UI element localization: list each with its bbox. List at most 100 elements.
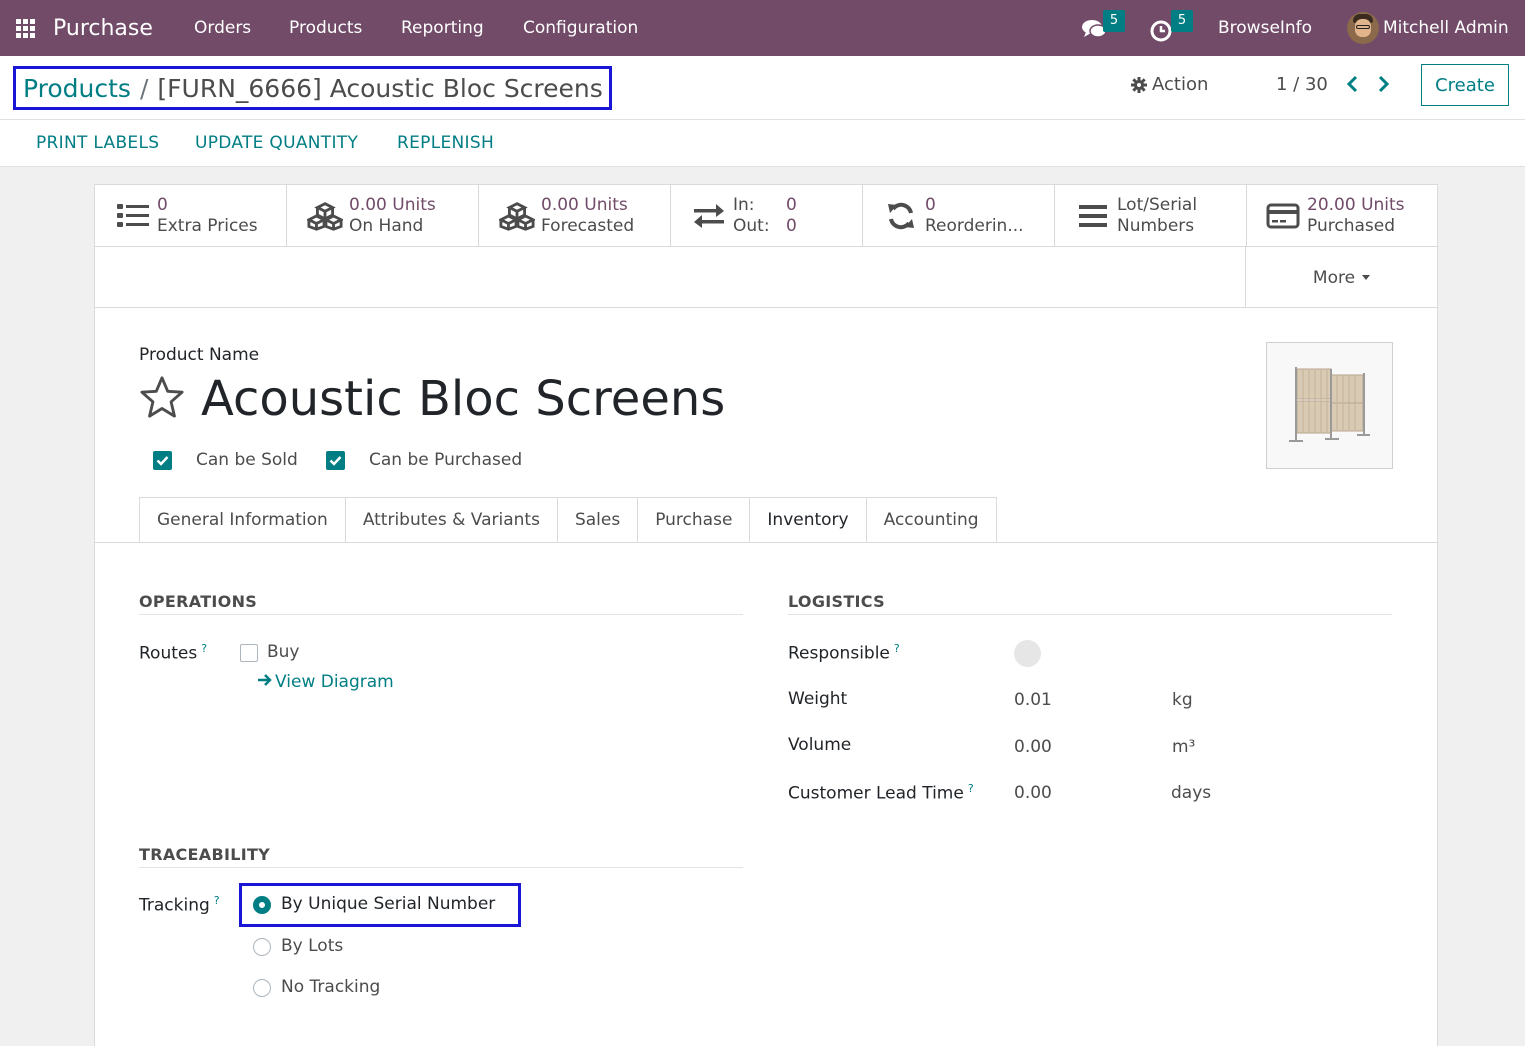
- extra-prices-value: 0: [157, 195, 168, 215]
- product-name-field[interactable]: Acoustic Bloc Screens: [201, 371, 725, 427]
- tab-accounting[interactable]: Accounting: [865, 497, 997, 543]
- activities-count-badge: 5: [1171, 10, 1193, 32]
- out-label: Out:: [733, 216, 770, 236]
- breadcrumb-separator: /: [139, 73, 149, 103]
- menu-configuration[interactable]: Configuration: [523, 0, 638, 56]
- activities-button[interactable]: 5: [1150, 10, 1200, 46]
- logistics-group-title: LOGISTICS: [788, 592, 885, 611]
- responsible-avatar-field[interactable]: [1014, 640, 1041, 667]
- checkbox-checked-icon[interactable]: [153, 450, 172, 470]
- credit-card-icon: [1265, 201, 1301, 231]
- forecasted-value: 0.00 Units: [541, 195, 628, 215]
- customer-lead-time-field[interactable]: 0.00: [1014, 783, 1052, 803]
- arrow-right-icon: [258, 674, 272, 686]
- tracking-label-text: Tracking: [139, 895, 210, 916]
- can-be-purchased-label: Can be Purchased: [369, 450, 523, 470]
- tracking-lots-radio[interactable]: [253, 938, 271, 956]
- tracking-none-label[interactable]: No Tracking: [281, 977, 380, 997]
- user-menu[interactable]: Mitchell Admin: [1383, 0, 1509, 56]
- forecasted-label: Forecasted: [541, 216, 635, 236]
- create-button[interactable]: Create: [1421, 64, 1509, 106]
- purchased-smart-button[interactable]: 20.00 Units Purchased: [1245, 185, 1437, 247]
- in-out-smart-button[interactable]: In: 0 Out: 0: [671, 185, 863, 247]
- forecasted-smart-button[interactable]: 0.00 Units Forecasted: [479, 185, 671, 247]
- responsible-label: Responsible?: [788, 642, 900, 664]
- customer-lead-time-unit: days: [1171, 783, 1212, 803]
- messages-count-badge: 5: [1103, 10, 1125, 32]
- refresh-icon: [883, 201, 919, 231]
- action-menu-button[interactable]: Action: [1131, 74, 1208, 95]
- top-navbar: Purchase Orders Products Reporting Confi…: [0, 0, 1525, 56]
- smart-buttons-more-row: More: [95, 247, 1437, 308]
- weight-field[interactable]: 0.01: [1014, 690, 1052, 710]
- view-diagram-label: View Diagram: [275, 672, 394, 692]
- more-label: More: [1312, 267, 1356, 288]
- pager-value[interactable]: 1 / 30: [1276, 74, 1328, 95]
- route-buy-checkbox[interactable]: [240, 644, 258, 662]
- help-tooltip-icon[interactable]: ?: [968, 782, 974, 795]
- help-tooltip-icon[interactable]: ?: [214, 894, 220, 907]
- messages-button[interactable]: 5: [1081, 10, 1131, 46]
- checkbox-checked-icon[interactable]: [326, 450, 345, 470]
- on-hand-label: On Hand: [349, 216, 424, 236]
- extra-prices-smart-button[interactable]: 0 Extra Prices: [95, 185, 287, 247]
- company-switcher[interactable]: BrowseInfo: [1218, 0, 1312, 56]
- action-label: Action: [1152, 74, 1209, 95]
- help-tooltip-icon[interactable]: ?: [201, 642, 207, 655]
- cubes-icon: [307, 201, 343, 231]
- print-labels-button[interactable]: PRINT LABELS: [36, 133, 159, 153]
- purchased-value: 20.00 Units: [1307, 195, 1405, 215]
- form-sheet: 0 Extra Prices 0.00 Units On Hand 0.00 U…: [94, 184, 1438, 1046]
- user-avatar[interactable]: [1347, 12, 1379, 44]
- pager-previous-button[interactable]: [1346, 74, 1360, 98]
- can-be-purchased-checkbox[interactable]: Can be Purchased: [326, 450, 522, 470]
- in-value: 0: [786, 195, 797, 215]
- apps-menu-icon[interactable]: [16, 0, 38, 56]
- customer-lead-time-label: Customer Lead Time?: [788, 782, 974, 804]
- help-tooltip-icon[interactable]: ?: [894, 642, 900, 655]
- tab-attributes-variants[interactable]: Attributes & Variants: [344, 497, 557, 543]
- tab-inventory[interactable]: Inventory: [749, 497, 866, 543]
- product-image[interactable]: [1266, 342, 1393, 469]
- lot-serial-label-line2: Numbers: [1117, 216, 1195, 236]
- route-buy-label: Buy: [267, 642, 300, 662]
- caret-down-icon: [1362, 275, 1371, 280]
- customer-lead-time-label-text: Customer Lead Time: [788, 783, 964, 804]
- tabs-divider: [95, 542, 1437, 543]
- smart-buttons: 0 Extra Prices 0.00 Units On Hand 0.00 U…: [95, 185, 1437, 247]
- update-quantity-button[interactable]: UPDATE QUANTITY: [195, 133, 358, 153]
- can-be-sold-checkbox[interactable]: Can be Sold: [153, 450, 298, 470]
- responsible-label-text: Responsible: [788, 643, 890, 664]
- tracking-serial-radio[interactable]: [253, 896, 271, 914]
- tab-sales[interactable]: Sales: [556, 497, 638, 543]
- product-name-label: Product Name: [139, 345, 260, 365]
- tab-general-information[interactable]: General Information: [139, 497, 345, 543]
- on-hand-smart-button[interactable]: 0.00 Units On Hand: [287, 185, 479, 247]
- tracking-lots-label[interactable]: By Lots: [281, 936, 343, 956]
- view-diagram-link[interactable]: View Diagram: [257, 672, 394, 692]
- weight-unit: kg: [1172, 690, 1193, 710]
- favorite-star-icon[interactable]: [138, 375, 186, 419]
- more-smart-buttons-dropdown[interactable]: More: [1245, 247, 1437, 308]
- breadcrumb-products-link[interactable]: Products: [23, 74, 131, 103]
- menu-reporting[interactable]: Reporting: [401, 0, 484, 56]
- replenish-button[interactable]: REPLENISH: [397, 133, 494, 153]
- tracking-none-radio[interactable]: [253, 979, 271, 997]
- app-name[interactable]: Purchase: [53, 0, 153, 56]
- pager-next-button[interactable]: [1376, 74, 1390, 98]
- control-panel: Products / [FURN_6666] Acoustic Bloc Scr…: [0, 56, 1525, 120]
- lot-serial-smart-button[interactable]: Lot/Serial Numbers: [1055, 185, 1247, 247]
- exchange-icon: [691, 201, 727, 231]
- tab-purchase[interactable]: Purchase: [637, 497, 750, 543]
- menu-products[interactable]: Products: [289, 0, 362, 56]
- logistics-divider: [788, 614, 1392, 615]
- chevron-left-icon: [1346, 75, 1358, 93]
- on-hand-value: 0.00 Units: [349, 195, 436, 215]
- extra-prices-label: Extra Prices: [157, 216, 258, 236]
- reordering-smart-button[interactable]: 0 Reorderin...: [863, 185, 1055, 247]
- volume-unit: m³: [1172, 737, 1196, 757]
- tracking-serial-label[interactable]: By Unique Serial Number: [281, 894, 495, 914]
- volume-field[interactable]: 0.00: [1014, 737, 1052, 757]
- menu-orders[interactable]: Orders: [194, 0, 251, 56]
- volume-label: Volume: [788, 735, 852, 755]
